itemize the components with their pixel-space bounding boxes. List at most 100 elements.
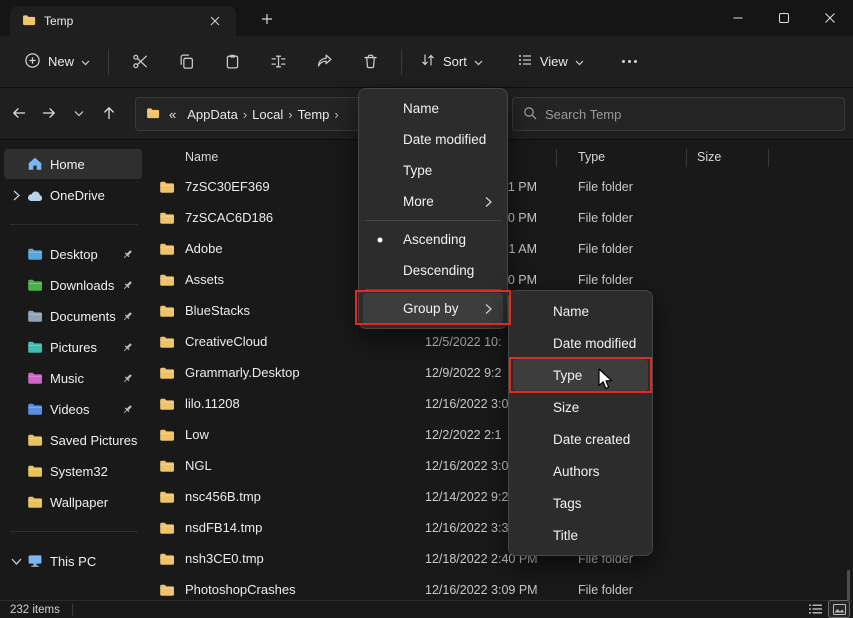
new-button[interactable]: New xyxy=(14,45,100,79)
file-date-modified: 12/14/2022 9:2 xyxy=(425,490,508,504)
file-date-modified: 12/5/2022 10: xyxy=(425,335,501,349)
folder-icon xyxy=(159,272,175,288)
column-header-size[interactable]: Size xyxy=(697,150,721,164)
paste-button[interactable] xyxy=(209,44,255,80)
chevron-right-icon[interactable] xyxy=(8,190,24,201)
sidebar-item-home[interactable]: Home xyxy=(4,149,142,179)
thumbnail-view-button[interactable] xyxy=(829,601,849,617)
selected-bullet-icon xyxy=(378,237,383,242)
tab-close-icon[interactable] xyxy=(206,12,224,30)
breadcrumb-chevron-icon[interactable]: › xyxy=(285,107,295,122)
sidebar-item-documents[interactable]: Documents xyxy=(4,301,142,331)
tab-temp[interactable]: Temp xyxy=(10,6,236,36)
table-row[interactable]: Low12/2/2022 2:1 xyxy=(150,420,853,451)
back-button[interactable] xyxy=(4,96,34,130)
close-button[interactable] xyxy=(807,0,853,35)
delete-button[interactable] xyxy=(347,44,393,80)
new-tab-button[interactable] xyxy=(256,8,278,30)
file-name: nsc456B.tmp xyxy=(185,489,261,504)
see-more-button[interactable] xyxy=(610,60,649,63)
sort-menu-item-date-modified[interactable]: Date modified xyxy=(363,124,503,155)
table-row[interactable]: NGL12/16/2022 3:0 xyxy=(150,451,853,482)
sidebar-item-music[interactable]: Music xyxy=(4,363,142,393)
breadcrumb-chevron-icon[interactable]: › xyxy=(331,107,341,122)
table-row[interactable]: nsc456B.tmp 12/14/2022 9:2 xyxy=(150,482,853,513)
group-menu-item-date-created[interactable]: Date created xyxy=(513,423,648,455)
group-menu-item-label: Date created xyxy=(553,432,630,447)
sidebar-item-onedrive[interactable]: OneDrive xyxy=(4,180,142,210)
sort-menu-item-label: Ascending xyxy=(403,232,466,247)
breadcrumb-overflow[interactable]: « xyxy=(167,105,178,124)
sidebar-item-pictures[interactable]: Pictures xyxy=(4,332,142,362)
tab-folder-icon xyxy=(22,13,36,30)
share-button[interactable] xyxy=(301,44,347,80)
sort-menu-item-label: Descending xyxy=(403,263,474,278)
file-name: lilo.11208 xyxy=(185,396,240,411)
sort-menu-item-group-by[interactable]: Group by xyxy=(363,293,503,324)
column-header-type[interactable]: Type xyxy=(578,150,605,164)
cut-button[interactable] xyxy=(117,44,163,80)
table-row[interactable]: PhotoshopCrashes12/16/2022 3:09 PMFile f… xyxy=(150,575,853,602)
minimize-button[interactable] xyxy=(715,0,761,35)
chevron-down-icon[interactable] xyxy=(8,558,24,565)
new-button-label: New xyxy=(48,54,74,69)
up-button[interactable] xyxy=(94,96,124,130)
table-row[interactable]: CreativeCloud12/5/2022 10: xyxy=(150,327,853,358)
sidebar-item-this-pc[interactable]: This PC xyxy=(4,546,142,576)
column-divider[interactable] xyxy=(768,149,769,167)
sort-button[interactable]: Sort xyxy=(410,45,493,78)
rename-button[interactable] xyxy=(255,44,301,80)
group-menu-item-authors[interactable]: Authors xyxy=(513,455,648,487)
breadcrumb-item-appdata[interactable]: AppData xyxy=(185,105,240,124)
maximize-button[interactable] xyxy=(761,0,807,35)
copy-button[interactable] xyxy=(163,44,209,80)
sidebar: Home OneDrive Desktop DownloadsDocumentsPic… xyxy=(0,141,148,600)
file-name: 7zSCAC6D186 xyxy=(185,210,273,225)
sidebar-item-wallpaper[interactable]: Wallpaper xyxy=(4,487,142,517)
folder-icon xyxy=(26,432,44,448)
sort-menu-item-ascending[interactable]: Ascending xyxy=(363,224,503,255)
group-menu-item-type[interactable]: Type xyxy=(513,359,648,391)
sort-menu-item-type[interactable]: Type xyxy=(363,155,503,186)
group-menu-item-name[interactable]: Name xyxy=(513,295,648,327)
folder-icon xyxy=(159,210,175,226)
sidebar-item-saved-pictures[interactable]: Saved Pictures xyxy=(4,425,142,455)
group-menu-item-label: Authors xyxy=(553,464,600,479)
table-row[interactable]: nsh3CE0.tmp12/18/2022 2:40 PMFile folder xyxy=(150,544,853,575)
column-header-name[interactable]: Name xyxy=(185,150,218,164)
status-bar: 232 items xyxy=(0,600,853,618)
pin-icon xyxy=(121,403,134,416)
group-menu-item-label: Title xyxy=(553,528,578,543)
sort-menu-item-more[interactable]: More xyxy=(363,186,503,217)
forward-button[interactable] xyxy=(34,96,64,130)
breadcrumb-chevron-icon[interactable]: › xyxy=(240,107,250,122)
sidebar-item-desktop[interactable]: Desktop xyxy=(4,239,142,269)
breadcrumb-item-temp[interactable]: Temp xyxy=(296,105,332,124)
view-button[interactable]: View xyxy=(507,45,594,78)
sort-menu-item-descending[interactable]: Descending xyxy=(363,255,503,286)
sidebar-separator xyxy=(10,224,138,225)
file-type: File folder xyxy=(578,242,633,256)
sidebar-item-system32[interactable]: System32 xyxy=(4,456,142,486)
table-row[interactable]: lilo.1120812/16/2022 3:0 xyxy=(150,389,853,420)
group-menu-item-date-modified[interactable]: Date modified xyxy=(513,327,648,359)
recent-locations-chevron[interactable] xyxy=(64,96,94,130)
file-type: File folder xyxy=(578,273,633,287)
table-row[interactable]: nsdFB14.tmp12/16/2022 3:3 xyxy=(150,513,853,544)
group-menu-item-title[interactable]: Title xyxy=(513,519,648,551)
folder-icon xyxy=(26,339,44,355)
group-menu-item-size[interactable]: Size xyxy=(513,391,648,423)
table-row[interactable]: Grammarly.Desktop12/9/2022 9:2 xyxy=(150,358,853,389)
group-menu-item-tags[interactable]: Tags xyxy=(513,487,648,519)
details-view-button[interactable] xyxy=(805,601,825,617)
sidebar-item-label: Desktop xyxy=(50,247,98,262)
column-divider[interactable] xyxy=(556,149,557,167)
search-box[interactable]: Search Temp xyxy=(512,97,845,131)
breadcrumb-item-local[interactable]: Local xyxy=(250,105,285,124)
sort-menu-item-name[interactable]: Name xyxy=(363,93,503,124)
sidebar-item-videos[interactable]: Videos xyxy=(4,394,142,424)
column-divider[interactable] xyxy=(686,149,687,167)
sidebar-item-downloads[interactable]: Downloads xyxy=(4,270,142,300)
breadcrumb-folder-icon xyxy=(146,106,160,123)
sidebar-item-label: OneDrive xyxy=(50,188,105,203)
